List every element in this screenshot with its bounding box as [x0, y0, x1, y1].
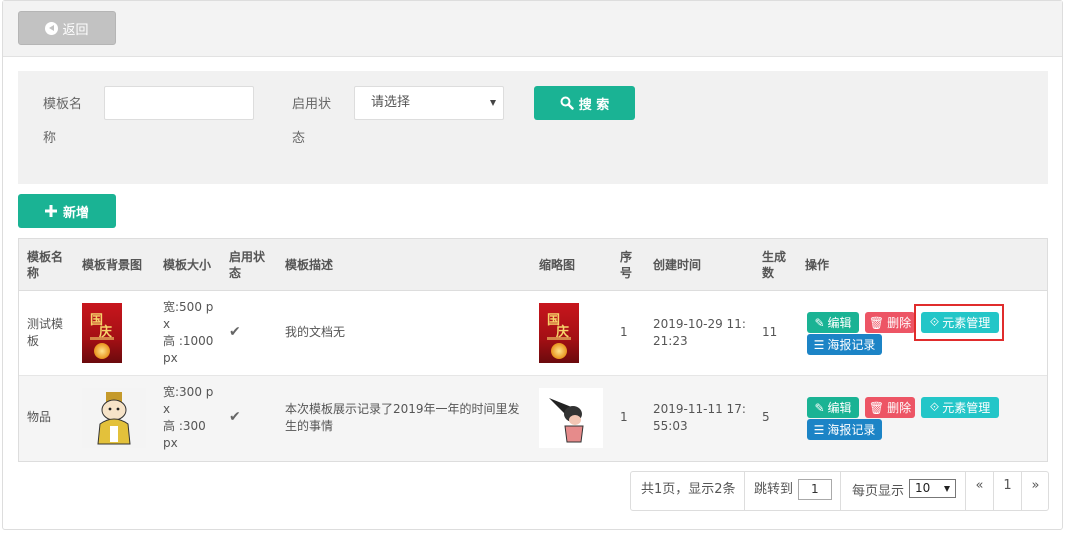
edit-button[interactable]: ✎ 编辑 — [807, 397, 859, 418]
plus-icon — [44, 205, 57, 217]
search-icon — [560, 96, 574, 110]
table-row: 物品 宽:300 px 高 :300 px ✔ 本次模板展示记录了2019年一年… — [19, 376, 1047, 461]
poster-background-image: 国 庆 — [82, 303, 122, 363]
table-row: 测试模板 国 庆 宽:500 px 高 :1000 px ✔ 我的文档无 国 庆… — [19, 291, 1047, 376]
next-page-button[interactable]: » — [1022, 472, 1049, 510]
pagination-summary: 共1页，显示2条 — [631, 472, 745, 510]
header-bg: 模板背景图 — [82, 258, 143, 272]
pagination-jump: 跳转到 1 — [745, 472, 841, 510]
search-panel: 模板名称 启用状态 请选择 搜 索 — [18, 71, 1048, 184]
header-desc: 模板描述 — [285, 258, 334, 272]
row-count: 5 — [762, 410, 770, 424]
status-label: 启用状态 — [292, 97, 332, 146]
check-icon: ✔ — [229, 324, 241, 340]
header-order: 序号 — [620, 250, 633, 280]
status-select[interactable]: 请选择 — [354, 86, 504, 120]
per-page-select[interactable]: 10 — [909, 479, 956, 498]
element-manage-button[interactable]: ⟐ 元素管理 — [921, 397, 999, 418]
header-count: 生成数 — [762, 250, 787, 280]
page-frame: 返回 模板名称 启用状态 请选择 搜 索 新增 模板名称 模板背景图 模板大小 — [2, 0, 1063, 530]
row-size: 宽:300 px 高 :300 px — [163, 384, 215, 452]
row-size-width: 宽:500 px — [163, 300, 214, 331]
row-desc: 我的文档无 — [285, 325, 346, 339]
template-name-label: 模板名称 — [43, 97, 83, 146]
table-header: 模板名称 模板背景图 模板大小 启用状态 模板描述 缩略图 序号 创建时间 生成… — [19, 239, 1047, 291]
status-select-value: 请选择 — [371, 95, 411, 110]
character-background-image — [82, 388, 146, 448]
pagination-per-page: 每页显示 10 — [841, 472, 966, 510]
search-button-label: 搜 索 — [578, 97, 610, 113]
row-created: 2019-10-29 11:21:23 — [653, 317, 746, 348]
add-button[interactable]: 新增 — [18, 194, 116, 228]
header-name: 模板名称 — [27, 250, 64, 280]
highlight-box — [914, 304, 1004, 341]
trash-icon: 🗑 — [868, 315, 885, 330]
search-button[interactable]: 搜 索 — [534, 86, 635, 120]
row-name: 测试模板 — [27, 317, 64, 348]
back-button-label: 返回 — [62, 22, 89, 38]
caret-down-icon — [944, 486, 950, 492]
row-order: 1 — [620, 410, 628, 424]
row-size-width: 宽:300 px — [163, 385, 214, 416]
thumbnail-image — [539, 388, 603, 448]
edit-button[interactable]: ✎ 编辑 — [807, 312, 859, 333]
row-name: 物品 — [27, 410, 52, 424]
check-icon: ✔ — [229, 409, 241, 425]
add-button-label: 新增 — [62, 205, 89, 221]
edit-icon: ✎ — [814, 400, 825, 415]
delete-button[interactable]: 🗑 删除 — [865, 312, 915, 333]
header-ops: 操作 — [805, 258, 830, 272]
back-button[interactable]: 返回 — [18, 11, 116, 45]
row-count: 11 — [762, 325, 778, 339]
edit-icon: ✎ — [814, 315, 825, 330]
jump-page-input[interactable]: 1 — [798, 479, 832, 500]
row-order: 1 — [620, 325, 628, 339]
header-size: 模板大小 — [163, 258, 212, 272]
list-icon: ☰ — [813, 337, 825, 352]
poster-record-button[interactable]: ☰ 海报记录 — [807, 334, 882, 355]
trash-icon: 🗑 — [868, 400, 885, 415]
header-status: 启用状态 — [229, 250, 266, 280]
row-created: 2019-11-11 17:55:03 — [653, 402, 746, 433]
poster-record-button[interactable]: ☰ 海报记录 — [807, 419, 882, 440]
page-1-button[interactable]: 1 — [994, 472, 1022, 510]
template-table: 模板名称 模板背景图 模板大小 启用状态 模板描述 缩略图 序号 创建时间 生成… — [18, 238, 1048, 462]
template-name-input[interactable] — [104, 86, 254, 120]
header-thumb: 缩略图 — [539, 258, 576, 272]
row-desc: 本次模板展示记录了2019年一年的时间里发生的事情 — [285, 402, 520, 433]
delete-button[interactable]: 🗑 删除 — [865, 397, 915, 418]
arrow-left-circle-icon — [45, 21, 59, 35]
row-size-height: 高 :300 px — [163, 419, 206, 450]
caret-down-icon — [490, 100, 496, 106]
row-size-height: 高 :1000 px — [163, 334, 214, 365]
top-toolbar: 返回 — [3, 1, 1062, 57]
list-icon: ☰ — [813, 422, 825, 437]
tag-icon: ⟐ — [929, 400, 940, 414]
row-size: 宽:500 px 高 :1000 px — [163, 299, 215, 367]
header-created: 创建时间 — [653, 258, 702, 272]
thumbnail-image: 国 庆 — [539, 303, 579, 363]
pagination: 共1页，显示2条 跳转到 1 每页显示 10 « 1 » — [630, 471, 1049, 511]
prev-page-button[interactable]: « — [966, 472, 994, 510]
